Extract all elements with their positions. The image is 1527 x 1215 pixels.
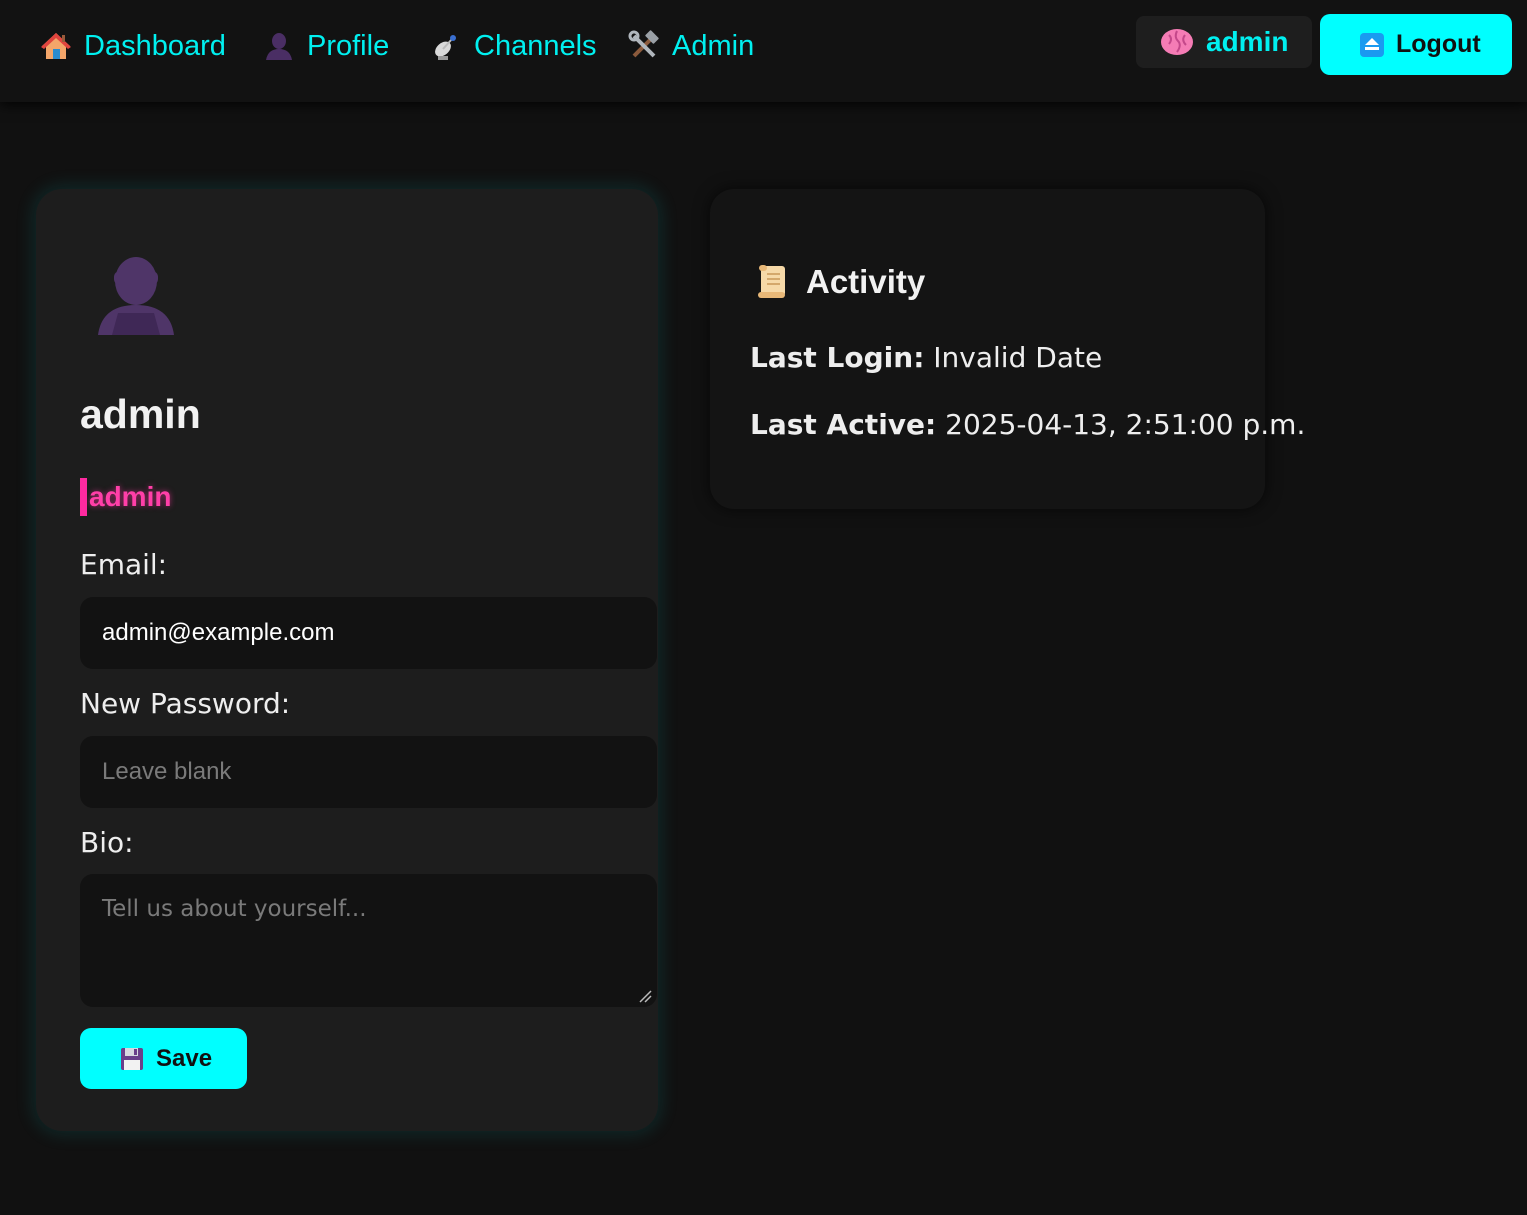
logout-button[interactable]: Logout (1320, 14, 1512, 75)
save-button[interactable]: Save (80, 1028, 247, 1089)
email-label: Email: (80, 548, 168, 581)
new-password-field[interactable] (80, 736, 657, 808)
house-icon (40, 30, 72, 62)
role-badge: admin (80, 478, 171, 516)
floppy-disk-icon (120, 1047, 144, 1071)
current-user-name: admin (1206, 26, 1289, 57)
nav-link-profile[interactable]: Profile (263, 28, 389, 64)
avatar (96, 253, 176, 335)
satellite-dish-icon (430, 30, 462, 62)
activity-card: Activity Last Login: Invalid Date Last A… (710, 189, 1305, 509)
last-login-row: Last Login: Invalid Date (750, 341, 1102, 374)
current-user-chip: admin (1136, 16, 1312, 68)
bio-label: Bio: (80, 826, 134, 859)
activity-title: Activity (806, 263, 926, 300)
hammer-wrench-icon (628, 30, 660, 62)
activity-heading: Activity (754, 263, 925, 301)
nav-link-dashboard[interactable]: Dashboard (40, 28, 226, 64)
email-field[interactable] (80, 597, 657, 669)
save-label: Save (156, 1044, 213, 1072)
last-login-key: Last Login: (750, 341, 925, 374)
profile-username: admin (80, 391, 201, 437)
logout-label: Logout (1396, 30, 1481, 58)
nav-link-label: Channels (474, 29, 597, 62)
last-active-row: Last Active: 2025-04-13, 2:51:00 p.m. (750, 408, 1305, 441)
profile-card: admin admin Email: New Password: Bio: Sa… (36, 189, 658, 1131)
last-active-value: 2025-04-13, 2:51:00 p.m. (945, 408, 1306, 441)
last-login-value: Invalid Date (933, 341, 1103, 374)
last-active-key: Last Active: (750, 408, 937, 441)
nav-link-channels[interactable]: Channels (430, 28, 597, 64)
resize-grip-icon[interactable] (638, 989, 652, 1003)
nav-link-label: Admin (672, 29, 755, 62)
user-silhouette-icon (98, 257, 174, 335)
scroll-icon (754, 263, 792, 301)
nav-link-label: Dashboard (84, 29, 226, 62)
bio-textarea[interactable] (80, 874, 657, 1007)
new-password-label: New Password: (80, 687, 291, 720)
nav-link-label: Profile (307, 29, 390, 62)
eject-icon (1360, 32, 1384, 57)
top-navigation-bar: Dashboard Profile Channels Admin admin L… (0, 0, 1527, 102)
brain-icon (1160, 27, 1194, 57)
nav-link-admin[interactable]: Admin (628, 28, 754, 64)
user-silhouette-icon (263, 30, 295, 62)
